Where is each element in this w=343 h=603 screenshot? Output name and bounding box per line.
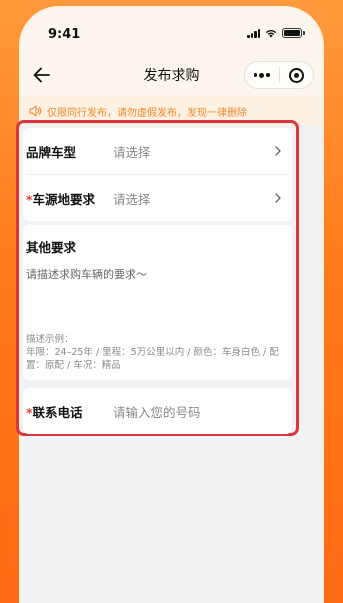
more-dots-icon (253, 72, 270, 78)
status-bar: 9:41 (21, 8, 322, 54)
selection-card: 品牌车型 请选择 *车源地要求 请选择 (23, 128, 292, 221)
other-requirements-title: 其他要求 (26, 240, 77, 255)
phone-row[interactable]: *联系电话 请输入您的号码 (23, 388, 292, 434)
page-title: 发布求购 (143, 68, 200, 84)
example-line-2: 置：原配 / 车况：精品 (26, 360, 121, 371)
form-highlight-box: 品牌车型 请选择 *车源地要求 请选择 其他要求 请描述求购车辆的要求～ 描述示… (16, 120, 299, 436)
source-row[interactable]: *车源地要求 请选择 (23, 175, 292, 221)
signal-icon (247, 28, 260, 38)
brand-label: 品牌车型 (26, 144, 77, 160)
source-label-text: 车源地要求 (32, 191, 96, 207)
phone-card: *联系电话 请输入您的号码 (23, 388, 292, 434)
chevron-right-icon (275, 146, 281, 156)
wifi-icon (265, 29, 277, 37)
source-label: *车源地要求 (26, 189, 113, 208)
nav-bar: 发布求购 (21, 54, 322, 96)
battery-icon (282, 28, 305, 38)
requirements-textarea-placeholder[interactable]: 请描述求购车辆的要求～ (26, 266, 289, 282)
status-icons (247, 28, 305, 38)
source-value: 请选择 (113, 191, 151, 207)
brand-value: 请选择 (113, 144, 151, 160)
phone-label: *联系电话 (26, 402, 113, 421)
speaker-icon (29, 105, 42, 117)
example-text: 描述示例： 年限：24–25年 / 里程：5万公里以内 / 颜色：车身白色 / … (26, 333, 286, 372)
brand-row[interactable]: 品牌车型 请选择 (23, 128, 292, 174)
other-requirements-card[interactable]: 其他要求 请描述求购车辆的要求～ 描述示例： 年限：24–25年 / 里程：5万… (23, 225, 292, 380)
notice-text: 仅限同行发布，请勿虚假发布，发现一律删除 (47, 107, 247, 119)
back-arrow-icon[interactable] (31, 64, 53, 86)
phone-input-placeholder[interactable]: 请输入您的号码 (113, 402, 201, 421)
example-title: 描述示例： (26, 334, 74, 345)
chevron-right-icon (275, 193, 281, 203)
example-line-1: 年限：24–25年 / 里程：5万公里以内 / 颜色：车身白色 / 配 (26, 347, 279, 358)
mini-program-capsule (244, 61, 314, 89)
phone-label-text: 联系电话 (32, 404, 83, 420)
more-button[interactable] (245, 62, 279, 88)
close-target-icon (288, 67, 304, 83)
close-button[interactable] (279, 62, 313, 88)
status-time: 9:41 (48, 27, 81, 42)
